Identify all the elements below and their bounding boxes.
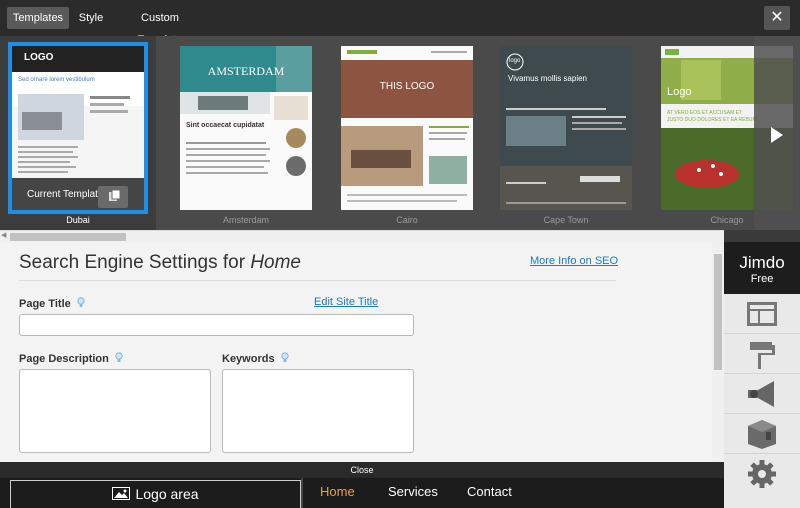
template-chicago-logo: Logo — [667, 86, 692, 98]
chevron-right-icon — [771, 127, 783, 143]
image-icon — [112, 487, 131, 500]
page-title-label: Page Title — [19, 297, 85, 310]
sidebar-item-layout[interactable] — [724, 294, 800, 334]
template-cape-town[interactable]: logo Vivamus mollis sapien — [500, 46, 632, 210]
template-name: Dubai — [66, 215, 90, 225]
sidebar-item-design[interactable] — [724, 334, 800, 374]
edit-site-title-link[interactable]: Edit Site Title — [314, 296, 378, 308]
keywords-label: Keywords — [222, 352, 289, 365]
template-cairo-logo: THIS LOGO — [379, 81, 435, 92]
template-cape-town-logo: logo — [509, 58, 521, 64]
tab-style[interactable]: Style — [74, 7, 108, 29]
page-description-textarea[interactable] — [19, 369, 211, 453]
sidebar-item-marketing[interactable] — [724, 374, 800, 414]
template-amsterdam[interactable]: AMSTERDAM Sint occaecat cupidatat — [180, 46, 312, 210]
site-preview: Logo area Home Services Contact — [0, 478, 724, 508]
template-chicago-heading: AT VERO EOS ET ACCUSAM ET JUSTO DUO DOLO… — [667, 110, 757, 123]
nav-services[interactable]: Services — [388, 484, 438, 499]
megaphone-icon — [748, 381, 774, 407]
horizontal-scrollbar[interactable]: ◀ — [0, 230, 724, 242]
template-name: Cairo — [396, 215, 418, 225]
page-title: Search Engine Settings for Home — [19, 252, 301, 274]
lightbulb-icon[interactable] — [77, 297, 85, 308]
template-dubai-heading: Sed ornare lorem vestibulum — [18, 77, 95, 83]
page-description-label-text: Page Description — [19, 353, 109, 365]
scroll-left-icon[interactable]: ◀ — [1, 231, 6, 239]
divider — [19, 280, 616, 281]
package-icon — [748, 420, 776, 449]
jimdo-sidebar: Jimdo Free — [724, 242, 800, 508]
logo-area-label: Logo area — [135, 486, 199, 502]
lightbulb-icon[interactable] — [281, 352, 289, 363]
top-toolbar: Templates Style Custom Template ✕ — [0, 0, 800, 46]
gear-icon — [748, 460, 776, 488]
lightbulb-icon[interactable] — [115, 352, 123, 363]
scroll-thumb[interactable] — [10, 233, 126, 241]
close-bar[interactable]: Close — [0, 462, 724, 478]
template-cairo[interactable]: THIS LOGO — [341, 46, 473, 210]
next-templates-button[interactable] — [754, 36, 800, 230]
jimdo-logo[interactable]: Jimdo Free — [724, 242, 800, 294]
template-dubai[interactable]: LOGO Sed ornare lorem vestibulum Current… — [8, 42, 148, 214]
seo-title-page: Home — [250, 252, 301, 273]
close-panel-button[interactable]: ✕ — [764, 6, 790, 30]
scroll-thumb[interactable] — [714, 254, 722, 370]
seo-settings-panel: Search Engine Settings for Home More Inf… — [0, 242, 712, 462]
layout-icon — [747, 302, 777, 326]
keywords-label-text: Keywords — [222, 353, 275, 365]
brand-name: Jimdo — [739, 253, 785, 272]
plan-label: Free — [750, 273, 774, 285]
template-cape-town-preview — [500, 46, 632, 210]
divider — [301, 478, 303, 508]
template-cape-town-heading: Vivamus mollis sapien — [508, 74, 587, 83]
template-amsterdam-heading: Sint occaecat cupidatat — [186, 122, 265, 129]
template-carousel: LOGO Sed ornare lorem vestibulum Current… — [0, 36, 800, 230]
current-template-label: Current Template — [27, 189, 104, 200]
tab-templates[interactable]: Templates — [7, 7, 69, 29]
sidebar-item-settings[interactable] — [724, 454, 800, 494]
keywords-textarea[interactable] — [222, 369, 414, 453]
template-cairo-preview — [341, 46, 473, 210]
template-name: Amsterdam — [222, 215, 269, 225]
paint-roller-icon — [750, 342, 775, 369]
page-description-label: Page Description — [19, 352, 123, 365]
template-amsterdam-title: AMSTERDAM — [207, 64, 285, 78]
copy-icon[interactable] — [98, 186, 128, 208]
page-title-label-text: Page Title — [19, 298, 71, 310]
sidebar-item-store[interactable] — [724, 414, 800, 454]
nav-home[interactable]: Home — [320, 484, 355, 499]
template-dubai-logo: LOGO — [24, 52, 54, 63]
page-title-input[interactable] — [19, 314, 414, 336]
nav-contact[interactable]: Contact — [467, 484, 512, 499]
vertical-scrollbar[interactable] — [712, 242, 724, 462]
logo-area[interactable]: Logo area — [10, 480, 301, 508]
tab-custom-template[interactable]: Custom Template — [118, 7, 202, 46]
template-name: Cape Town — [543, 215, 589, 225]
seo-title-prefix: Search Engine Settings for — [19, 252, 251, 273]
more-info-seo-link[interactable]: More Info on SEO — [530, 255, 618, 267]
